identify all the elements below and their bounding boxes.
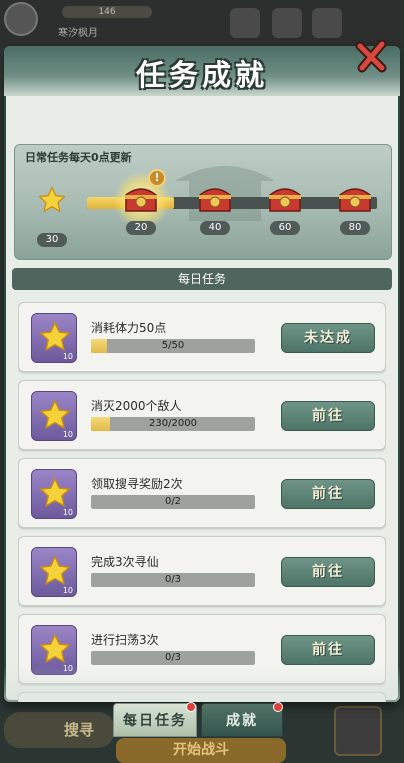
panel-title: 任务成就 bbox=[135, 58, 268, 92]
star-icon bbox=[38, 186, 66, 213]
task-card: 10 完成3次寻仙 0/3 前往 bbox=[18, 536, 386, 606]
top-status-bar: 146 寒汐枫月 bbox=[0, 0, 404, 48]
achievement-notification-dot bbox=[273, 702, 283, 712]
task-progress-text: 0/2 bbox=[164, 496, 182, 507]
reward-count: 10 bbox=[62, 352, 73, 361]
task-progress-text: 0/3 bbox=[164, 652, 182, 663]
chest-icon[interactable] bbox=[267, 183, 303, 215]
task-progress-bar: 5/50 bbox=[91, 339, 255, 353]
task-card: 10 消灭2000个敌人 230/2000 前往 bbox=[18, 380, 386, 450]
reward-icon: 10 bbox=[31, 391, 77, 441]
daily-notification-dot bbox=[186, 702, 196, 712]
reward-count: 10 bbox=[62, 430, 73, 439]
milestone-label: 40 bbox=[200, 221, 230, 235]
character-portrait bbox=[334, 706, 382, 756]
task-progress-bar: 0/2 bbox=[91, 495, 255, 509]
task-action-button[interactable]: 前往 bbox=[281, 635, 375, 665]
star-icon bbox=[39, 633, 71, 664]
chest-icon[interactable] bbox=[197, 183, 233, 215]
task-progress-text: 230/2000 bbox=[149, 418, 197, 429]
star-icon bbox=[39, 399, 71, 430]
task-card: 10 领取搜寻奖励2次 0/2 前往 bbox=[18, 458, 386, 528]
milestone-label: 20 bbox=[126, 221, 156, 235]
milestone-label: 60 bbox=[270, 221, 300, 235]
search-button: 搜寻 bbox=[4, 712, 114, 748]
reward-icon: 10 bbox=[31, 469, 77, 519]
tab-achievements[interactable]: 成就 bbox=[201, 703, 283, 737]
task-progress-bar: 0/3 bbox=[91, 573, 255, 587]
reward-icon: 10 bbox=[31, 547, 77, 597]
task-name: 消灭2000个敌人 bbox=[91, 399, 182, 413]
milestone-label: 80 bbox=[340, 221, 370, 235]
task-name: 完成3次寻仙 bbox=[91, 555, 159, 569]
alert-badge: ! bbox=[148, 169, 166, 187]
task-action-button[interactable]: 前往 bbox=[281, 557, 375, 587]
current-points: 30 bbox=[37, 233, 67, 247]
menu-icon-2 bbox=[312, 8, 342, 38]
reward-count: 10 bbox=[62, 508, 73, 517]
task-progress-bar: 230/2000 bbox=[91, 417, 255, 431]
star-icon bbox=[39, 477, 71, 508]
reward-icon: 10 bbox=[31, 313, 77, 363]
player-name: 寒汐枫月 bbox=[58, 28, 98, 39]
section-title: 每日任务 bbox=[12, 268, 392, 290]
list-fade bbox=[4, 666, 400, 702]
task-action-button[interactable]: 未达成 bbox=[281, 323, 375, 353]
menu-icon-1 bbox=[272, 8, 302, 38]
progress-banner: 日常任务每天0点更新 30 20 40 60 80 ! bbox=[14, 144, 392, 260]
currency-bar: 146 bbox=[62, 6, 152, 18]
task-list[interactable]: 10 消耗体力50点 5/50 未达成 10 消灭2000个敌人 230/2000 前往 10 领… bbox=[18, 302, 386, 702]
start-battle-button: 开始战斗 bbox=[116, 738, 286, 763]
task-name: 领取搜寻奖励2次 bbox=[91, 477, 183, 491]
task-action-button[interactable]: 前往 bbox=[281, 479, 375, 509]
player-avatar bbox=[4, 2, 38, 36]
chest-icon[interactable] bbox=[123, 183, 159, 215]
reward-count: 10 bbox=[62, 586, 73, 595]
banner-text: 日常任务每天0点更新 bbox=[25, 151, 132, 164]
star-icon bbox=[39, 555, 71, 586]
task-name: 消耗体力50点 bbox=[91, 321, 167, 335]
task-card: 10 消耗体力50点 5/50 未达成 bbox=[18, 302, 386, 372]
task-action-button[interactable]: 前往 bbox=[281, 401, 375, 431]
task-progress-bar: 0/3 bbox=[91, 651, 255, 665]
tab-daily-tasks[interactable]: 每日任务 bbox=[113, 703, 197, 737]
task-name: 进行扫荡3次 bbox=[91, 633, 159, 647]
task-progress-text: 5/50 bbox=[161, 340, 185, 351]
star-icon bbox=[39, 321, 71, 352]
task-progress-text: 0/3 bbox=[164, 574, 182, 585]
chest-icon[interactable] bbox=[337, 183, 373, 215]
mail-icon bbox=[230, 8, 260, 38]
task-panel: 日常任务每天0点更新 30 20 40 60 80 ! 每日任务 10 消耗体力50点 5… bbox=[4, 46, 400, 702]
